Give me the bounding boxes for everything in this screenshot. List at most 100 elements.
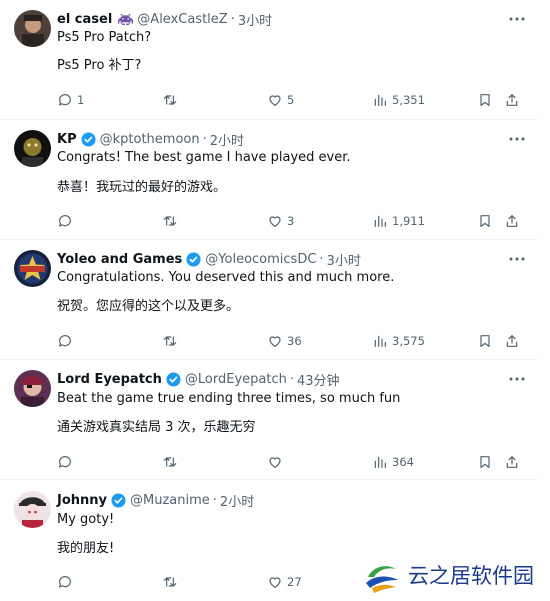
display-name[interactable]: el casel <box>57 12 112 27</box>
reply-icon <box>59 94 71 106</box>
like-button[interactable]: 27 <box>267 572 302 592</box>
reply-button[interactable]: 1 <box>57 90 84 110</box>
bookmark-button[interactable] <box>477 331 493 351</box>
like-button[interactable]: 5 <box>267 90 294 110</box>
separator-dot: · <box>202 131 207 147</box>
alien-invader-emoji-icon <box>118 13 134 26</box>
reply-translation: 祝贺。您应得的这个以及更多。 <box>57 299 240 314</box>
timestamp[interactable]: 3小时 <box>238 10 272 29</box>
reply-button[interactable] <box>57 572 77 592</box>
reply-text: Ps5 Pro Patch? <box>57 30 152 45</box>
repost-icon <box>163 216 177 226</box>
reply-translation: Ps5 Pro 补丁? <box>57 58 142 73</box>
share-icon <box>506 335 518 347</box>
more-options-icon[interactable] <box>506 369 528 389</box>
handle[interactable]: @AlexCastleZ <box>137 12 227 27</box>
avatar[interactable] <box>14 250 51 287</box>
like-button[interactable] <box>267 452 287 472</box>
views-button[interactable]: 1,911 <box>372 211 425 231</box>
display-name[interactable]: KP <box>57 132 77 147</box>
repost-icon <box>163 95 177 105</box>
like-count: 3 <box>287 214 295 228</box>
reply-translation: 我的朋友! <box>57 541 115 556</box>
avatar[interactable] <box>14 491 51 528</box>
repost-button[interactable] <box>162 90 178 110</box>
handle[interactable]: @YoleocomicsDC <box>205 252 316 267</box>
timestamp[interactable]: 43分钟 <box>297 370 340 389</box>
reply-button[interactable] <box>57 452 77 472</box>
views-icon <box>374 456 386 468</box>
avatar[interactable] <box>14 10 51 47</box>
timestamp[interactable]: 3小时 <box>327 250 361 269</box>
like-count: 5 <box>287 93 295 107</box>
repost-icon <box>163 336 177 346</box>
heart-icon <box>269 95 281 106</box>
bookmark-icon <box>480 94 490 106</box>
reply-count: 1 <box>77 93 85 107</box>
share-button[interactable] <box>504 90 520 110</box>
heart-icon <box>269 336 281 347</box>
separator-dot: · <box>230 11 235 27</box>
reply-icon <box>59 456 71 468</box>
repost-icon <box>163 457 177 467</box>
heart-icon <box>269 216 281 227</box>
reply-button[interactable] <box>57 211 77 231</box>
avatar[interactable] <box>14 130 51 167</box>
avatar[interactable] <box>14 370 51 407</box>
repost-button[interactable] <box>162 211 178 231</box>
reply-translation: 通关游戏真实结局 3 次，乐趣无穷 <box>57 420 256 435</box>
views-button[interactable]: 5,351 <box>372 90 425 110</box>
bookmark-button[interactable] <box>477 90 493 110</box>
like-count: 36 <box>287 334 302 348</box>
watermark-logo-icon <box>366 566 398 593</box>
bookmark-icon <box>480 335 490 347</box>
more-options-icon[interactable] <box>506 129 528 149</box>
bookmark-button[interactable] <box>477 211 493 231</box>
share-icon <box>506 456 518 468</box>
timestamp[interactable]: 2小时 <box>220 491 254 510</box>
action-bar: 1 5 5,351 <box>57 90 527 110</box>
handle[interactable]: @Muzanime <box>130 493 210 508</box>
reply-item[interactable]: KP @kptothemoon · 2小时 Congrats! The best… <box>0 120 538 240</box>
like-count: 27 <box>287 575 302 589</box>
bookmark-icon <box>480 215 490 227</box>
views-button[interactable]: 3,575 <box>372 331 425 351</box>
timestamp[interactable]: 2小时 <box>210 130 244 149</box>
verified-badge-icon <box>186 251 201 267</box>
handle[interactable]: @LordEyepatch <box>185 372 287 387</box>
share-icon <box>506 215 518 227</box>
views-count: 5,351 <box>392 93 425 107</box>
like-button[interactable]: 36 <box>267 331 302 351</box>
display-name[interactable]: Johnny <box>57 493 107 508</box>
watermark-text: 云之居软件园 <box>408 564 534 588</box>
display-name[interactable]: Lord Eyepatch <box>57 372 162 387</box>
more-options-icon[interactable] <box>506 9 528 29</box>
action-bar: 3 1,911 <box>57 211 527 231</box>
reply-button[interactable] <box>57 331 77 351</box>
reply-item[interactable]: Yoleo and Games @YoleocomicsDC · 3小时 Con… <box>0 240 538 360</box>
views-icon <box>374 335 386 347</box>
share-icon <box>506 94 518 106</box>
reply-icon <box>59 335 71 347</box>
reply-item[interactable]: Lord Eyepatch @LordEyepatch · 43分钟 Beat … <box>0 360 538 480</box>
repost-button[interactable] <box>162 452 178 472</box>
reply-text: Congrats! The best game I have played ev… <box>57 150 351 165</box>
repost-icon <box>163 577 177 587</box>
repost-button[interactable] <box>162 331 178 351</box>
views-count: 364 <box>392 455 414 469</box>
handle[interactable]: @kptothemoon <box>100 132 200 147</box>
share-button[interactable] <box>504 211 520 231</box>
verified-badge-icon <box>81 131 96 147</box>
share-button[interactable] <box>504 452 520 472</box>
views-count: 1,911 <box>392 214 425 228</box>
like-button[interactable]: 3 <box>267 211 294 231</box>
bookmark-button[interactable] <box>477 452 493 472</box>
views-button[interactable]: 364 <box>372 452 414 472</box>
display-name[interactable]: Yoleo and Games <box>57 252 182 267</box>
heart-icon <box>269 577 281 588</box>
reply-icon <box>59 215 71 227</box>
share-button[interactable] <box>504 331 520 351</box>
more-options-icon[interactable] <box>506 249 528 269</box>
repost-button[interactable] <box>162 572 178 592</box>
reply-item[interactable]: el casel @AlexCastleZ · 3小时 Ps5 Pro Patc… <box>0 0 538 120</box>
